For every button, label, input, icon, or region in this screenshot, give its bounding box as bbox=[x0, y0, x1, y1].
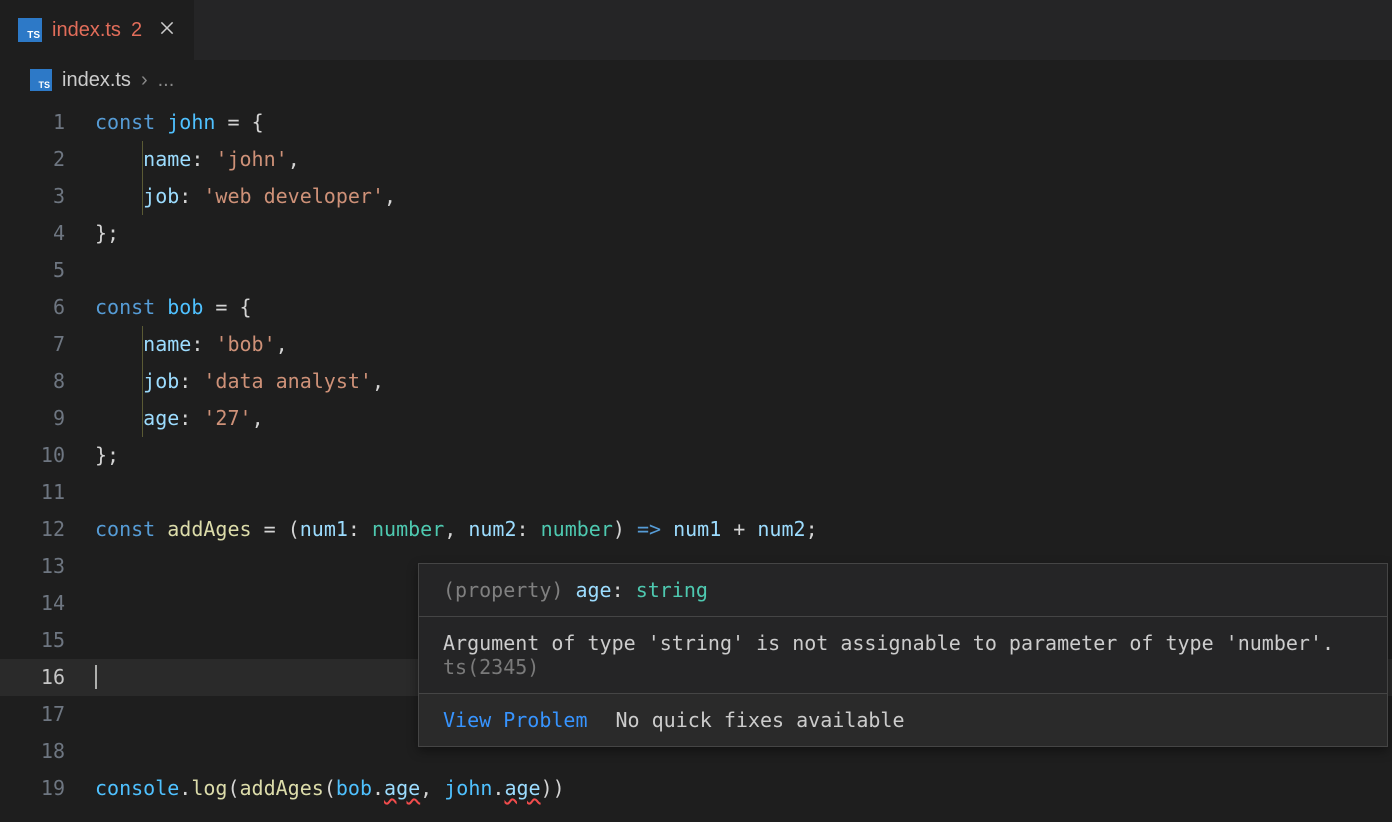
tab-filename: index.ts bbox=[52, 19, 121, 42]
code-editor[interactable]: 1const john = { 2 name: 'john', 3 job: '… bbox=[0, 100, 1392, 807]
breadcrumb-ellipsis: ... bbox=[158, 69, 175, 92]
line-number: 3 bbox=[0, 178, 95, 215]
close-tab-icon[interactable] bbox=[158, 19, 176, 42]
hover-tooltip: (property) age: string Argument of type … bbox=[418, 563, 1388, 747]
line-number: 12 bbox=[0, 511, 95, 548]
hover-error-message: Argument of type 'string' is not assigna… bbox=[419, 617, 1387, 694]
breadcrumb[interactable]: TS index.ts › ... bbox=[0, 60, 1392, 100]
line-number: 8 bbox=[0, 363, 95, 400]
line-number: 15 bbox=[0, 622, 95, 659]
tab-bar: TS index.ts 2 bbox=[0, 0, 1392, 60]
line-number: 6 bbox=[0, 289, 95, 326]
line-number: 7 bbox=[0, 326, 95, 363]
typescript-file-icon: TS bbox=[30, 69, 52, 91]
line-number: 16 bbox=[0, 659, 95, 696]
line-number: 5 bbox=[0, 252, 95, 289]
view-problem-link[interactable]: View Problem bbox=[443, 708, 588, 732]
line-number: 10 bbox=[0, 437, 95, 474]
line-number: 11 bbox=[0, 474, 95, 511]
line-number: 17 bbox=[0, 696, 95, 733]
typescript-file-icon: TS bbox=[18, 18, 42, 42]
tab-index-ts[interactable]: TS index.ts 2 bbox=[0, 0, 195, 60]
tab-error-count: 2 bbox=[131, 19, 142, 42]
line-number: 2 bbox=[0, 141, 95, 178]
line-number: 19 bbox=[0, 770, 95, 807]
breadcrumb-filename: index.ts bbox=[62, 69, 131, 92]
line-number: 13 bbox=[0, 548, 95, 585]
line-number: 18 bbox=[0, 733, 95, 770]
line-number: 1 bbox=[0, 104, 95, 141]
line-number: 4 bbox=[0, 215, 95, 252]
chevron-right-icon: › bbox=[141, 69, 148, 92]
line-number: 14 bbox=[0, 585, 95, 622]
line-number: 9 bbox=[0, 400, 95, 437]
no-quick-fixes-label: No quick fixes available bbox=[616, 708, 905, 732]
hover-signature: (property) age: string bbox=[419, 564, 1387, 617]
